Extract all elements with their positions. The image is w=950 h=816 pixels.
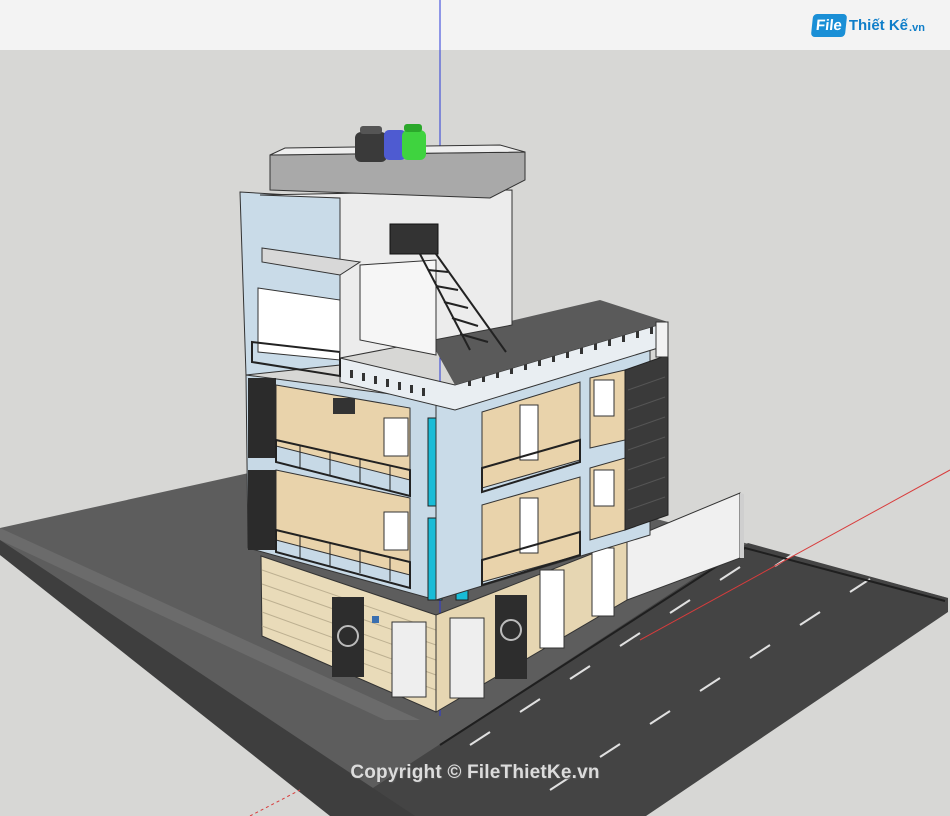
ornamental-panel-lower <box>248 470 276 550</box>
tank-box <box>389 223 439 255</box>
floor2-left-window <box>383 417 409 457</box>
boundary-wall-edge <box>740 493 744 558</box>
3d-model-scene[interactable] <box>0 0 950 816</box>
ornamental-door-left <box>332 597 364 677</box>
ground-window-2 <box>591 547 615 617</box>
ground-window-1 <box>539 569 565 649</box>
house-number-plate <box>372 616 379 623</box>
logo-tld: .vn <box>909 21 925 34</box>
rolling-shutter-right <box>449 617 485 699</box>
rolling-shutter-left <box>391 621 427 698</box>
copyright-watermark: Copyright © FileThietKe.vn <box>350 762 600 783</box>
floor2-right-window <box>593 379 615 417</box>
floor1-right-window <box>593 469 615 507</box>
top-floor-terrace-opening <box>257 287 341 361</box>
sky-band <box>0 0 950 50</box>
site-logo: File Thiết Kế .vn <box>810 10 925 40</box>
floor1-left-window <box>383 511 409 551</box>
ornamental-door-right <box>495 595 527 679</box>
ac-unit <box>333 398 355 414</box>
logo-brand: Thiết Kế <box>848 16 909 34</box>
sketchup-viewport[interactable]: File Thiết Kế .vn Copyright © FileThietK… <box>0 0 950 816</box>
stair-tower-inner <box>359 259 437 356</box>
corner-pillar <box>655 321 669 358</box>
ornamental-panel-upper <box>248 378 276 458</box>
logo-badge: File <box>810 13 848 37</box>
